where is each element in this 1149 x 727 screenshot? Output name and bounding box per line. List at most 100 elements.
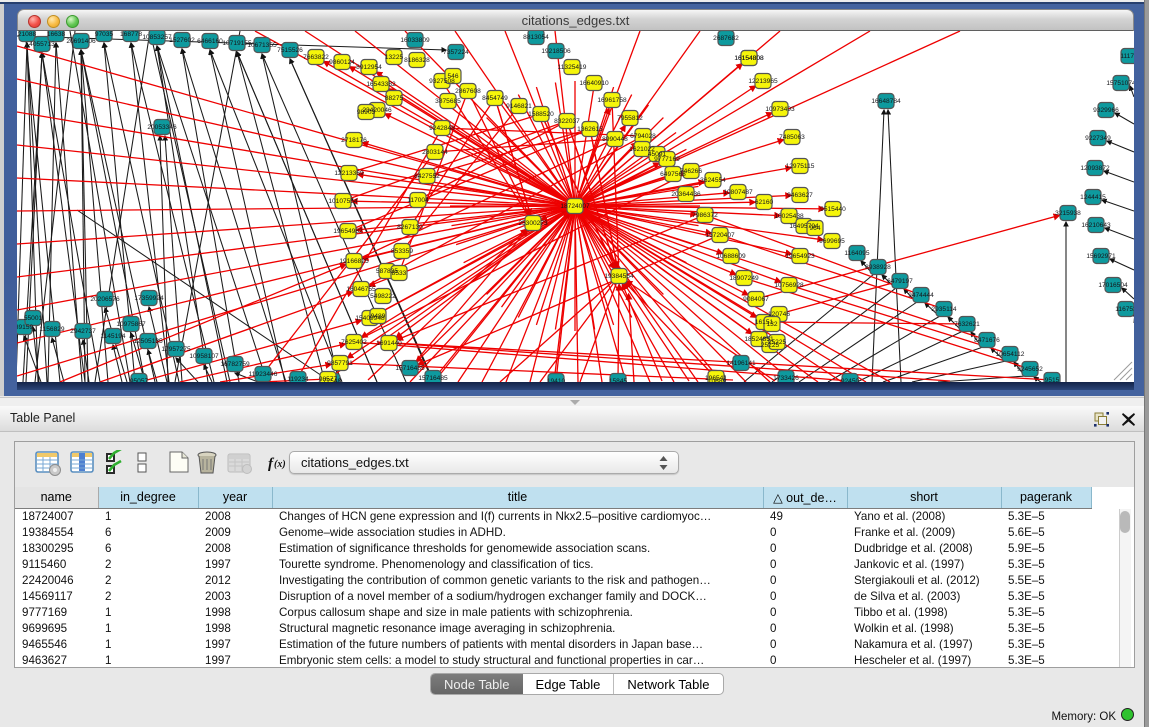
svg-text:6479197: 6479197: [887, 278, 913, 285]
svg-text:16046755: 16046755: [346, 286, 376, 293]
svg-text:6466160: 6466160: [197, 38, 223, 45]
svg-text:10975867: 10975867: [116, 321, 146, 328]
svg-text:10107554: 10107554: [328, 198, 358, 205]
svg-text:7632621: 7632621: [954, 321, 980, 328]
svg-text:15692971: 15692971: [1086, 253, 1116, 260]
svg-text:16210643: 16210643: [1081, 222, 1111, 229]
svg-text:15716485: 15716485: [395, 365, 425, 372]
svg-text:10973493: 10973493: [765, 106, 795, 113]
svg-text:20053346: 20053346: [147, 124, 177, 131]
svg-text:4055713: 4055713: [29, 41, 55, 48]
svg-text:10654112: 10654112: [996, 351, 1025, 358]
svg-text:3624554: 3624554: [700, 177, 726, 184]
svg-text:39159: 39159: [17, 324, 33, 331]
svg-text:9329966: 9329966: [1093, 107, 1119, 114]
svg-text:7357224: 7357224: [443, 49, 469, 56]
svg-text:132: 132: [766, 321, 777, 328]
svg-text:88275: 88275: [385, 95, 404, 102]
svg-text:9857791: 9857791: [327, 360, 353, 367]
svg-text:1244415: 1244415: [1080, 194, 1106, 201]
svg-text:1733426: 1733426: [773, 375, 799, 382]
svg-text:19384554: 19384554: [604, 273, 634, 280]
svg-text:2942737: 2942737: [70, 328, 96, 335]
svg-text:12975115: 12975115: [786, 163, 815, 170]
svg-text:9463627: 9463627: [787, 192, 813, 199]
svg-text:55001: 55001: [24, 315, 43, 322]
svg-text:7515526: 7515526: [277, 47, 303, 54]
svg-text:9515440: 9515440: [820, 206, 846, 213]
svg-text:9242848: 9242848: [429, 125, 455, 132]
svg-text:62160: 62160: [755, 199, 774, 206]
svg-text:16782759: 16782759: [220, 361, 250, 368]
svg-text:17957275: 17957275: [161, 346, 191, 353]
svg-text:21088: 21088: [18, 31, 37, 38]
svg-text:12093872: 12093872: [1080, 165, 1110, 172]
svg-text:7663822: 7663822: [303, 54, 329, 61]
svg-text:8186328: 8186328: [404, 57, 430, 64]
svg-text:3875685: 3875685: [435, 98, 461, 105]
svg-text:(x): (x): [274, 459, 286, 470]
svg-text:9084067: 9084067: [743, 296, 769, 303]
svg-text:18907249: 18907249: [729, 275, 759, 282]
svg-text:10958107: 10958107: [189, 353, 219, 360]
svg-text:10756928: 10756928: [774, 282, 804, 289]
svg-text:25225: 25225: [768, 339, 787, 346]
svg-text:12213965: 12213965: [748, 78, 778, 85]
svg-text:16648784: 16648784: [871, 98, 901, 105]
svg-text:10807487: 10807487: [723, 189, 753, 196]
svg-text:10853257: 10853257: [142, 34, 172, 41]
svg-text:20364436: 20364436: [671, 191, 701, 198]
svg-text:15716485: 15716485: [418, 375, 448, 382]
svg-text:2803144: 2803144: [422, 149, 448, 156]
svg-text:8813054: 8813054: [523, 34, 549, 41]
svg-text:853359: 853359: [391, 248, 413, 255]
svg-text:18724007: 18724007: [560, 203, 590, 210]
svg-text:13225: 13225: [385, 54, 404, 61]
svg-text:98903: 98903: [357, 109, 376, 116]
svg-text:1588520: 1588520: [528, 111, 554, 118]
svg-text:10025438: 10025438: [774, 213, 804, 220]
svg-text:9245652: 9245652: [1017, 366, 1043, 373]
svg-text:9860124: 9860124: [329, 59, 355, 66]
svg-text:2935114: 2935114: [931, 306, 957, 313]
svg-text:168778: 168778: [120, 31, 142, 38]
svg-text:15751074: 15751074: [1106, 80, 1134, 87]
svg-text:14196141: 14196141: [726, 360, 756, 367]
svg-text:8990448: 8990448: [602, 136, 628, 143]
svg-text:9227349: 9227349: [1085, 135, 1111, 142]
svg-text:10671355: 10671355: [247, 42, 277, 49]
svg-text:8454749: 8454749: [482, 95, 508, 102]
svg-text:8427552: 8427552: [414, 173, 440, 180]
svg-text:3215938: 3215938: [1055, 210, 1081, 217]
svg-text:16961758: 16961758: [597, 97, 627, 104]
svg-text:11923446: 11923446: [249, 371, 278, 378]
svg-text:1527602: 1527602: [169, 37, 195, 44]
svg-text:120746: 120746: [768, 311, 790, 318]
svg-text:25300273: 25300273: [518, 220, 548, 227]
svg-text:1691440: 1691440: [376, 340, 402, 347]
svg-text:2718176: 2718176: [341, 137, 367, 144]
svg-text:19218506: 19218506: [541, 48, 571, 55]
svg-text:9474444: 9474444: [908, 292, 934, 299]
svg-text:1145194: 1145194: [100, 333, 126, 340]
svg-text:17016504: 17016504: [1098, 282, 1128, 289]
svg-text:8912954: 8912954: [356, 64, 382, 71]
svg-text:1362615: 1362615: [577, 126, 603, 133]
svg-text:9699695: 9699695: [819, 238, 845, 245]
svg-text:11325419: 11325419: [558, 64, 587, 71]
svg-text:20691406: 20691406: [66, 38, 96, 45]
svg-text:12505135: 12505135: [133, 338, 163, 345]
svg-text:546: 546: [447, 73, 458, 80]
svg-text:1164095: 1164095: [844, 250, 870, 257]
svg-text:116753: 116753: [1115, 306, 1134, 313]
svg-text:7625402: 7625402: [341, 339, 367, 346]
svg-text:6794028: 6794028: [630, 133, 656, 140]
svg-text:16543382: 16543382: [366, 81, 396, 88]
svg-text:19166825: 19166825: [339, 258, 369, 265]
svg-text:19654923: 19654923: [785, 253, 815, 260]
svg-text:8938928: 8938928: [865, 264, 891, 271]
svg-text:8322037: 8322037: [554, 118, 580, 125]
svg-text:5498222: 5498222: [370, 293, 396, 300]
svg-text:20206576: 20206576: [90, 296, 120, 303]
svg-text:97035: 97035: [95, 31, 114, 38]
